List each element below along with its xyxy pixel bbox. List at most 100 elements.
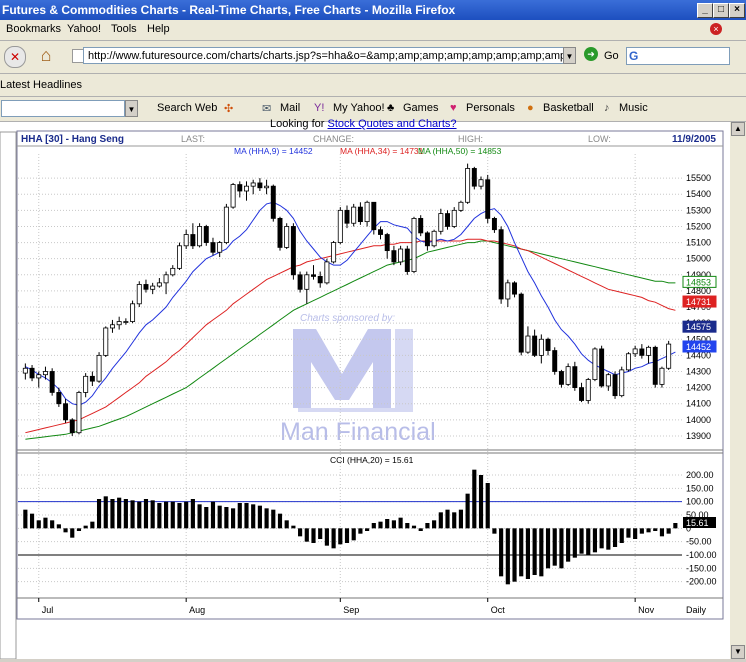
cci-bar	[653, 528, 658, 531]
cci-bar	[244, 503, 249, 529]
search-input[interactable]: G	[626, 47, 730, 65]
cci-bar	[452, 512, 457, 529]
url-dropdown-button[interactable]: ▼	[563, 47, 576, 64]
cci-bar	[123, 499, 128, 529]
menu-help[interactable]: Help	[147, 23, 170, 35]
cci-bar	[210, 501, 216, 529]
cci-bar	[331, 528, 336, 549]
cci-bar	[90, 521, 95, 529]
candle-body	[304, 274, 310, 290]
candle-body	[371, 201, 377, 231]
basketball-button[interactable]: Basketball	[543, 102, 594, 114]
close-tab-icon[interactable]: ×	[710, 23, 722, 35]
scroll-down-icon[interactable]: ▼	[731, 645, 745, 659]
price-flag-label: 14731	[686, 297, 711, 307]
candle-body	[297, 274, 303, 290]
candle-body	[163, 274, 169, 284]
cci-bar	[673, 523, 678, 529]
cci-bar	[237, 503, 242, 529]
bookmarks-toolbar: Latest Headlines	[0, 74, 746, 97]
price-tick-label: 15500	[686, 173, 711, 183]
candle-body	[424, 232, 430, 247]
basketball-icon: ●	[527, 102, 534, 114]
minimize-button[interactable]: _	[697, 3, 713, 18]
cci-bar	[43, 517, 48, 529]
mail-button[interactable]: Mail	[280, 102, 300, 114]
quotes-promo-link[interactable]: Stock Quotes and Charts?	[328, 118, 457, 130]
candle-body	[22, 367, 28, 374]
cci-bar	[599, 528, 604, 549]
cci-tick-label: -50.00	[686, 537, 712, 547]
candle-body	[384, 234, 390, 252]
candle-body	[36, 374, 42, 379]
candle-body	[532, 335, 538, 356]
candle-body	[136, 284, 142, 305]
candle-body	[29, 367, 35, 379]
cci-bar	[566, 528, 571, 562]
cci-bar	[606, 528, 611, 550]
candle-body	[458, 201, 464, 211]
vertical-scrollbar[interactable]: ▲ ▼	[730, 122, 746, 659]
cci-tick-label: 150.00	[686, 483, 714, 493]
cci-bar	[485, 483, 490, 529]
music-button[interactable]: Music	[619, 102, 648, 114]
candle-body	[585, 379, 591, 401]
cci-bar	[304, 528, 309, 542]
candle-body	[223, 206, 229, 243]
chart-date: 11/9/2005	[672, 134, 716, 145]
yahoo-search-input[interactable]	[1, 100, 125, 117]
maximize-button[interactable]: □	[713, 3, 729, 18]
personals-button[interactable]: Personals	[466, 102, 515, 114]
my-yahoo-button[interactable]: My Yahoo!	[333, 102, 385, 114]
candle-body	[344, 209, 350, 224]
window-title: Futures & Commodities Charts - Real-Time…	[2, 3, 456, 17]
highlight-icon[interactable]: ✣	[224, 102, 233, 115]
cci-bar	[532, 528, 537, 575]
yahoo-search-dropdown[interactable]: ▼	[125, 100, 138, 117]
menu-yahoo[interactable]: Yahoo!	[67, 23, 101, 35]
candle-body	[445, 213, 450, 227]
x-axis-month-label: Nov	[638, 605, 655, 615]
cci-bar	[525, 528, 531, 579]
candle-body	[632, 348, 638, 355]
cci-bar	[472, 469, 477, 529]
window-titlebar[interactable]: Futures & Commodities Charts - Real-Time…	[0, 0, 746, 20]
cci-bar	[391, 520, 396, 529]
change-label: CHANGE:	[313, 134, 354, 144]
cci-bar	[505, 528, 510, 585]
cci-bar	[257, 505, 262, 529]
cci-bar	[559, 528, 564, 569]
candle-body	[378, 229, 383, 235]
close-window-button[interactable]: ×	[729, 3, 745, 18]
url-input[interactable]: http://www.futuresource.com/charts/chart…	[83, 47, 566, 64]
candle-body	[505, 282, 511, 300]
cci-bar	[76, 528, 82, 531]
stop-icon[interactable]: ✕	[4, 46, 26, 68]
cci-bar	[143, 499, 149, 529]
candle-body	[431, 230, 437, 247]
go-arrow-icon[interactable]: ➜	[584, 47, 598, 61]
candle-body	[351, 206, 357, 224]
search-web-button[interactable]: Search Web	[157, 102, 217, 114]
cci-bar	[385, 519, 390, 529]
cci-bar	[224, 507, 229, 529]
menu-tools[interactable]: Tools	[111, 23, 137, 35]
candle-body	[96, 354, 102, 382]
scroll-up-icon[interactable]: ▲	[731, 122, 745, 136]
candle-body	[391, 250, 397, 263]
candle-body	[592, 348, 598, 380]
latest-headlines-link[interactable]: Latest Headlines	[0, 79, 82, 91]
candle-body	[63, 403, 69, 421]
last-label: LAST:	[181, 134, 205, 144]
menu-bookmarks[interactable]: Bookmarks	[6, 23, 61, 35]
go-button-label[interactable]: Go	[604, 50, 619, 62]
cci-bar	[365, 528, 370, 531]
candle-body	[525, 335, 531, 353]
home-icon[interactable]: ⌂	[36, 45, 56, 65]
cci-bar	[271, 509, 276, 529]
price-tick-label: 15200	[686, 221, 711, 231]
low-label: LOW:	[588, 134, 611, 144]
cci-tick-label: -200.00	[686, 577, 717, 587]
cci-bar	[291, 525, 296, 529]
games-button[interactable]: Games	[403, 102, 438, 114]
